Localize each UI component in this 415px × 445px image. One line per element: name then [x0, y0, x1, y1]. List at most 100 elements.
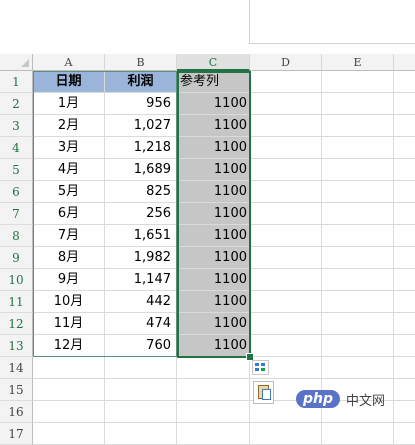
cell-b[interactable]	[105, 401, 177, 423]
cell-a[interactable]	[33, 401, 105, 423]
cell-a[interactable]: 4月	[33, 159, 105, 181]
cell-c[interactable]: 1100	[177, 93, 250, 115]
cell-d[interactable]	[250, 335, 322, 357]
column-header-c[interactable]: C	[177, 54, 250, 71]
row-header[interactable]: 10	[0, 269, 33, 291]
cell-f[interactable]	[394, 115, 415, 137]
cell-b[interactable]: 1,651	[105, 225, 177, 247]
cell-f[interactable]	[394, 137, 415, 159]
cell-f[interactable]	[394, 71, 415, 93]
row-header[interactable]: 9	[0, 247, 33, 269]
cell-d[interactable]	[250, 247, 322, 269]
cell-f[interactable]	[394, 379, 415, 401]
cell-c[interactable]: 1100	[177, 225, 250, 247]
cell-a[interactable]: 10月	[33, 291, 105, 313]
cell-a[interactable]: 12月	[33, 335, 105, 357]
cell-d[interactable]	[250, 269, 322, 291]
cell-f[interactable]	[394, 313, 415, 335]
cell-f[interactable]	[394, 401, 415, 423]
row-header[interactable]: 11	[0, 291, 33, 313]
cell-f[interactable]	[394, 159, 415, 181]
column-header-e[interactable]: E	[322, 54, 394, 71]
cell-d[interactable]	[250, 225, 322, 247]
cell-a[interactable]	[33, 379, 105, 401]
cell-e[interactable]	[322, 71, 394, 93]
cell-e[interactable]	[322, 181, 394, 203]
cell-a[interactable]	[33, 357, 105, 379]
cell-f[interactable]	[394, 291, 415, 313]
cell-b[interactable]: 474	[105, 313, 177, 335]
cell-a[interactable]: 11月	[33, 313, 105, 335]
cell-b[interactable]: 1,982	[105, 247, 177, 269]
cell-e[interactable]	[322, 357, 394, 379]
cell-f[interactable]	[394, 203, 415, 225]
cell-e[interactable]	[322, 313, 394, 335]
cell-d[interactable]	[250, 203, 322, 225]
row-header[interactable]: 8	[0, 225, 33, 247]
cell-b[interactable]: 1,147	[105, 269, 177, 291]
cell-c[interactable]: 1100	[177, 159, 250, 181]
cell-b[interactable]: 1,027	[105, 115, 177, 137]
cell-e[interactable]	[322, 93, 394, 115]
cell-e[interactable]	[322, 423, 394, 445]
cell-e[interactable]	[322, 335, 394, 357]
cell-e[interactable]	[322, 247, 394, 269]
cell-a[interactable]: 5月	[33, 181, 105, 203]
cell-d[interactable]	[250, 313, 322, 335]
cell-f[interactable]	[394, 423, 415, 445]
cell-c[interactable]: 1100	[177, 335, 250, 357]
cell-d[interactable]	[250, 181, 322, 203]
cell-a[interactable]: 1月	[33, 93, 105, 115]
cell-c[interactable]: 1100	[177, 247, 250, 269]
cell-e[interactable]	[322, 137, 394, 159]
cell-d[interactable]	[250, 115, 322, 137]
cell-c[interactable]	[177, 379, 250, 401]
cell-b[interactable]: 256	[105, 203, 177, 225]
cell-c[interactable]: 1100	[177, 269, 250, 291]
cell-b[interactable]: 442	[105, 291, 177, 313]
row-header[interactable]: 13	[0, 335, 33, 357]
cell-b[interactable]	[105, 357, 177, 379]
row-header[interactable]: 17	[0, 423, 33, 445]
cell-f[interactable]	[394, 247, 415, 269]
cell-b[interactable]: 1,689	[105, 159, 177, 181]
name-box-panel[interactable]	[249, 0, 415, 44]
cell-b[interactable]: 760	[105, 335, 177, 357]
cell-e[interactable]	[322, 225, 394, 247]
cell-e[interactable]	[322, 159, 394, 181]
row-header[interactable]: 14	[0, 357, 33, 379]
row-header[interactable]: 6	[0, 181, 33, 203]
cell-b[interactable]: 1,218	[105, 137, 177, 159]
cell-f[interactable]	[394, 225, 415, 247]
cell-b[interactable]: 956	[105, 93, 177, 115]
cell-f[interactable]	[394, 269, 415, 291]
cell-f[interactable]	[394, 335, 415, 357]
cell-d[interactable]	[250, 137, 322, 159]
cell-b[interactable]	[105, 379, 177, 401]
row-header[interactable]: 2	[0, 93, 33, 115]
cell-e[interactable]	[322, 269, 394, 291]
cell-c[interactable]: 1100	[177, 181, 250, 203]
cell-c[interactable]: 1100	[177, 115, 250, 137]
row-header[interactable]: 1	[0, 71, 33, 93]
cell-c[interactable]: 参考列	[177, 71, 250, 93]
cell-a[interactable]: 6月	[33, 203, 105, 225]
paste-options-button[interactable]	[253, 381, 274, 404]
cell-c[interactable]	[177, 401, 250, 423]
select-all-corner[interactable]	[0, 54, 33, 71]
cell-e[interactable]	[322, 291, 394, 313]
cell-c[interactable]: 1100	[177, 137, 250, 159]
column-header-b[interactable]: B	[105, 54, 177, 71]
row-header[interactable]: 5	[0, 159, 33, 181]
cell-c[interactable]: 1100	[177, 203, 250, 225]
cell-a[interactable]: 日期	[33, 71, 105, 93]
column-header-a[interactable]: A	[33, 54, 105, 71]
cell-e[interactable]	[322, 203, 394, 225]
cell-b[interactable]	[105, 423, 177, 445]
cell-c[interactable]: 1100	[177, 313, 250, 335]
cell-a[interactable]: 3月	[33, 137, 105, 159]
cell-d[interactable]	[250, 93, 322, 115]
column-header-f[interactable]	[394, 54, 415, 71]
row-header[interactable]: 12	[0, 313, 33, 335]
cell-a[interactable]: 8月	[33, 247, 105, 269]
